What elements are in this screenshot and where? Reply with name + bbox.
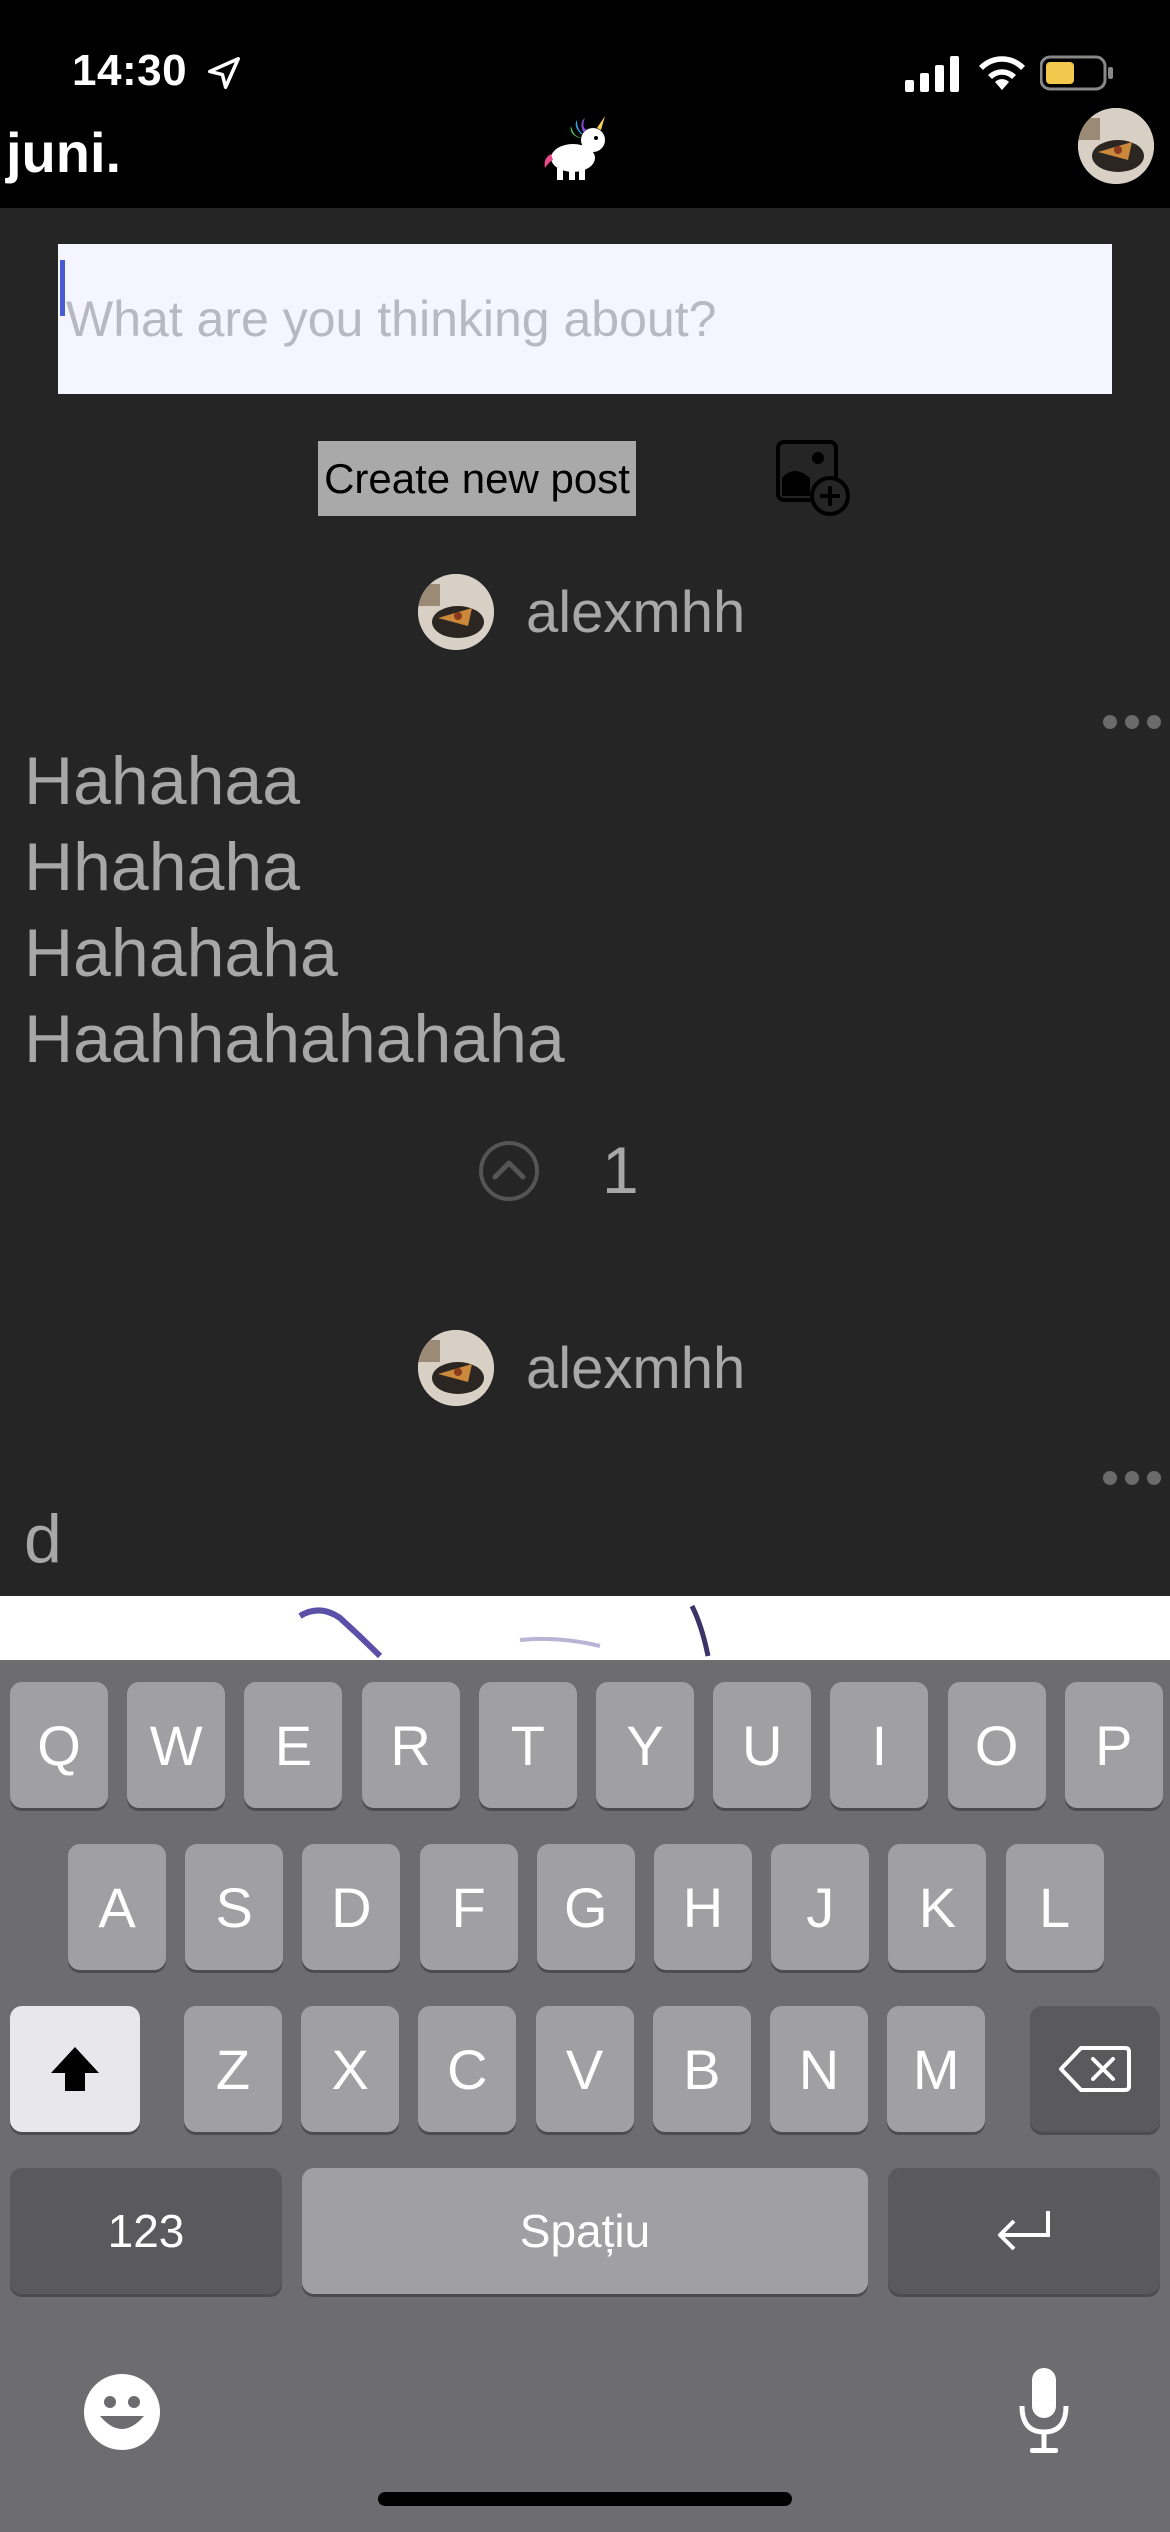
emoji-icon[interactable] (82, 2372, 162, 2452)
key-label: D (331, 1875, 372, 1939)
app-brand[interactable]: juni. (6, 120, 121, 185)
post-line: Hahahaa (24, 743, 301, 819)
key-o[interactable]: O (947, 1682, 1046, 1808)
cellular-signal-icon (905, 56, 959, 92)
post-line: Haahhahahahaha (24, 1001, 565, 1077)
post-author[interactable]: alexmhh (418, 574, 745, 650)
space-key[interactable]: Spațiu (302, 2168, 868, 2294)
key-label: I (871, 1713, 888, 1777)
key-i[interactable]: I (830, 1682, 929, 1808)
key-n[interactable]: N (770, 2006, 868, 2132)
key-m[interactable]: M (887, 2006, 986, 2132)
numbers-key[interactable]: 123 (10, 2168, 282, 2294)
upvote-icon[interactable] (478, 1140, 540, 1202)
key-label: S (215, 1875, 253, 1939)
more-dots-icon[interactable] (1102, 712, 1162, 732)
post-text: d (24, 1496, 62, 1582)
key-p[interactable]: P (1064, 1682, 1163, 1808)
key-v[interactable]: V (535, 2006, 634, 2132)
post-text-input[interactable] (58, 244, 1112, 394)
key-r[interactable]: R (361, 1682, 460, 1808)
post-author[interactable]: alexmhh (418, 1330, 745, 1406)
key-label: Z (215, 2037, 251, 2101)
backspace-key[interactable] (1030, 2006, 1160, 2132)
post-line: Hahahaha (24, 915, 338, 991)
key-g[interactable]: G (536, 1844, 635, 1970)
key-label: A (98, 1875, 136, 1939)
key-label: E (274, 1713, 313, 1777)
vote-count: 1 (602, 1133, 639, 1207)
key-f[interactable]: F (419, 1844, 518, 1970)
key-w[interactable]: W (127, 1682, 226, 1808)
key-j[interactable]: J (771, 1844, 870, 1970)
key-label: C (447, 2037, 488, 2101)
key-s[interactable]: S (185, 1844, 284, 1970)
key-e[interactable]: E (244, 1682, 343, 1808)
home-indicator (378, 2492, 792, 2506)
key-label: L (1039, 1875, 1071, 1939)
author-name[interactable]: alexmhh (526, 1335, 745, 1402)
key-label: P (1095, 1713, 1133, 1777)
key-label: Y (626, 1713, 664, 1777)
unicorn-logo-icon[interactable] (535, 114, 615, 184)
post-line: Hhahaha (24, 829, 301, 905)
author-name[interactable]: alexmhh (526, 579, 745, 646)
key-d[interactable]: D (302, 1844, 401, 1970)
key-k[interactable]: K (888, 1844, 987, 1970)
key-z[interactable]: Z (184, 2006, 282, 2132)
key-label: V (565, 2037, 604, 2101)
key-l[interactable]: L (1005, 1844, 1104, 1970)
more-dots-icon[interactable] (1102, 1468, 1162, 1488)
key-label: N (798, 2037, 840, 2101)
key-label: 123 (107, 2205, 185, 2257)
post-text: Hahahaa Hhahaha Hahahaha Haahhahahahaha (24, 738, 565, 1082)
avatar[interactable] (418, 574, 494, 650)
status-time: 14:30 (72, 46, 188, 95)
key-u[interactable]: U (713, 1682, 812, 1808)
post-image[interactable] (0, 1596, 1170, 1660)
key-x[interactable]: X (301, 2006, 400, 2132)
return-icon (998, 2211, 1050, 2251)
text-cursor (60, 260, 65, 316)
key-label: G (564, 1875, 608, 1939)
key-a[interactable]: A (68, 1844, 166, 1970)
key-label: M (912, 2037, 960, 2101)
key-b[interactable]: B (652, 2006, 751, 2132)
post-composer[interactable] (58, 244, 1112, 394)
key-label: H (682, 1875, 724, 1939)
key-label: R (390, 1713, 431, 1777)
key-y[interactable]: Y (596, 1682, 694, 1808)
add-image-icon[interactable] (774, 438, 854, 518)
key-label: K (918, 1875, 957, 1939)
wifi-icon (979, 56, 1025, 90)
key-q[interactable]: Q (10, 1682, 108, 1808)
avatar[interactable] (418, 1330, 494, 1406)
shift-icon (51, 2047, 99, 2091)
key-label: W (149, 1713, 203, 1777)
shift-key[interactable] (10, 2006, 140, 2132)
microphone-icon[interactable] (1016, 2366, 1072, 2456)
key-label: B (683, 2037, 721, 2101)
key-c[interactable]: C (418, 2006, 517, 2132)
key-label: F (451, 1875, 486, 1939)
battery-icon (1040, 55, 1113, 91)
key-label: X (331, 2037, 369, 2101)
key-h[interactable]: H (654, 1844, 752, 1970)
key-label: T (510, 1713, 545, 1777)
key-label: J (806, 1875, 835, 1939)
app-header: juni. (0, 100, 1170, 208)
post-line: d (24, 1501, 62, 1577)
key-label: Q (37, 1713, 81, 1777)
location-arrow-icon (208, 57, 240, 89)
key-label: U (741, 1713, 783, 1777)
key-t[interactable]: T (478, 1682, 577, 1808)
create-post-button[interactable]: Create new post (318, 441, 636, 516)
backspace-icon (1059, 2046, 1131, 2092)
return-key[interactable] (888, 2168, 1160, 2294)
key-label: O (974, 1713, 1019, 1777)
key-label: Spațiu (519, 2205, 651, 2257)
profile-avatar[interactable] (1078, 108, 1154, 184)
